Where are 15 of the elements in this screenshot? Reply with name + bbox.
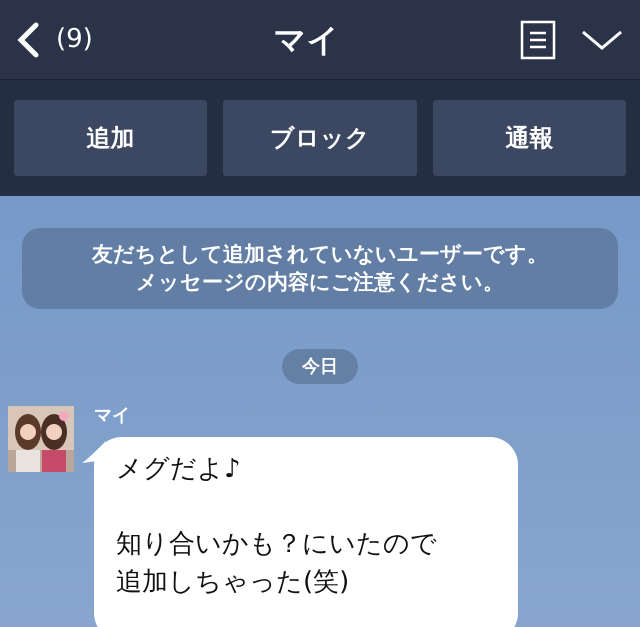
- chat-title: マイ: [273, 20, 340, 58]
- date-label: 今日: [282, 348, 358, 384]
- action-button[interactable]: 通報: [432, 100, 626, 176]
- notice-line: 友だちとして追加されていないユーザーです。: [90, 241, 549, 268]
- notice-line: メッセージの内容にご注意ください。: [135, 269, 505, 296]
- note-icon: [520, 20, 556, 60]
- action-button[interactable]: 追加: [14, 100, 208, 176]
- action-button[interactable]: ブロック: [223, 100, 417, 176]
- message-line: 知り合いかも？にいたので: [116, 528, 438, 562]
- message-line: 追加しちゃった(笑): [116, 566, 350, 599]
- notes-button[interactable]: [520, 20, 556, 60]
- back-icon: [16, 22, 40, 58]
- message-line: メグだよ♪: [116, 452, 242, 486]
- sender-name: マイ: [94, 404, 131, 428]
- back-button[interactable]: (9): [16, 20, 93, 59]
